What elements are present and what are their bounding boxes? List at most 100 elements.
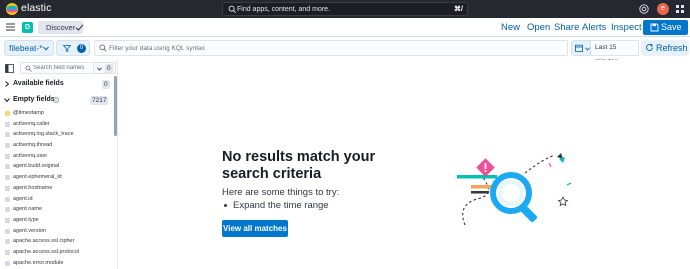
- field-list-item[interactable]: activemq.thread: [4, 140, 112, 151]
- field-list-item[interactable]: activemq.log.stack_trace: [4, 129, 112, 140]
- magnifier-icon: [490, 172, 538, 223]
- date-quick-menu-button[interactable]: [571, 40, 591, 56]
- empty-fields-count: 7217: [90, 96, 109, 105]
- string-field-type-icon: [5, 153, 10, 159]
- bullet-dot: [224, 203, 227, 207]
- save-button-label: Save: [661, 22, 682, 32]
- save-button[interactable]: Save: [643, 20, 688, 35]
- info-icon[interactable]: [53, 97, 59, 103]
- field-sidebar: 0 Available fields 0 Empty fields 7217 @…: [0, 60, 118, 269]
- available-fields-count: 0: [102, 80, 110, 89]
- field-name: agent.build.original: [13, 163, 60, 170]
- field-list-item[interactable]: agent.version: [4, 226, 112, 237]
- index-pattern-selector[interactable]: filebeat-*: [4, 40, 54, 56]
- accent-line: [548, 162, 552, 168]
- save-icon: [650, 23, 659, 32]
- calendar-icon: [575, 44, 583, 52]
- chevron-down-icon: [43, 46, 49, 51]
- sidebar-scrollbar[interactable]: [114, 76, 117, 136]
- kql-query-input[interactable]: [94, 40, 568, 56]
- field-name: agent.ephemeral_id: [13, 174, 62, 181]
- elastic-logo-icon[interactable]: [6, 3, 18, 15]
- field-filter-count: 0: [105, 64, 113, 73]
- query-bar: filebeat-* 0 Last 15 minutes Refresh: [0, 37, 690, 65]
- field-list-item[interactable]: apache.access.ssl.protocol: [4, 247, 112, 258]
- search-shortcut-badge: ⌘/: [454, 6, 463, 13]
- search-icon: [99, 44, 107, 52]
- string-field-type-icon: [5, 164, 10, 170]
- field-name: activemq.thread: [13, 142, 53, 149]
- inspect-button[interactable]: Inspect: [611, 21, 642, 34]
- field-name: activemq.log.stack_trace: [13, 131, 74, 138]
- app-menu-bar: D Discover New Open Share Alerts Inspect…: [0, 18, 690, 37]
- time-range-display[interactable]: Last 15 minutes: [591, 40, 639, 65]
- string-field-type-icon: [5, 196, 10, 202]
- string-field-type-icon: [5, 175, 10, 181]
- string-field-type-icon: [5, 121, 10, 127]
- field-search-field[interactable]: [33, 63, 93, 73]
- brand-name: elastic: [21, 2, 52, 14]
- index-pattern-label: filebeat-*: [9, 43, 43, 53]
- field-name: apache.error.module: [13, 259, 64, 266]
- field-name: @timestamp: [13, 110, 44, 116]
- field-name: activemq.user: [13, 152, 48, 159]
- help-icon[interactable]: [639, 4, 649, 14]
- field-name: agent.hostname: [13, 184, 53, 191]
- open-button[interactable]: Open: [527, 21, 550, 34]
- field-list: @timestamp activemq.caller activemq.log.st…: [4, 108, 112, 268]
- spaces-grid-icon[interactable]: [675, 4, 685, 14]
- collapse-sidebar-icon[interactable]: [5, 64, 14, 73]
- field-name: agent.name: [13, 206, 43, 213]
- field-list-item[interactable]: @timestamp: [4, 108, 112, 119]
- refresh-button[interactable]: Refresh: [641, 40, 689, 56]
- alerts-button[interactable]: Alerts: [582, 21, 606, 34]
- share-button[interactable]: Share: [554, 21, 579, 34]
- field-list-item[interactable]: apache.error.module: [4, 258, 112, 269]
- field-search-input[interactable]: [20, 62, 94, 74]
- string-field-type-icon: [5, 207, 10, 213]
- field-type-filter-button[interactable]: 0: [94, 62, 116, 74]
- field-list-item[interactable]: apache.access.ssl.cipher: [4, 236, 112, 247]
- search-icon: [25, 65, 32, 72]
- field-list-item[interactable]: agent.type: [4, 215, 112, 226]
- string-field-type-icon: [5, 249, 10, 255]
- empty-fields-label: Empty fields: [13, 96, 55, 103]
- chevron-right-icon: [5, 81, 10, 87]
- field-list-item[interactable]: activemq.user: [4, 151, 112, 162]
- gray-bar: [471, 191, 489, 194]
- field-list-item[interactable]: agent.hostname: [4, 183, 112, 194]
- available-fields-label: Available fields: [13, 80, 64, 87]
- star-icon: [557, 196, 569, 207]
- filter-icon: [63, 45, 71, 52]
- hamburger-menu-icon[interactable]: [6, 23, 15, 31]
- add-filter-button[interactable]: 0: [56, 40, 90, 56]
- kql-query-field[interactable]: [109, 42, 549, 54]
- string-field-type-icon: [5, 239, 10, 245]
- field-list-item[interactable]: activemq.caller: [4, 119, 112, 130]
- butterfly-icon: [557, 153, 565, 163]
- new-button[interactable]: New: [501, 21, 520, 34]
- teal-bar: [457, 175, 497, 179]
- user-avatar[interactable]: e: [657, 3, 669, 15]
- empty-fields-toggle[interactable]: Empty fields: [4, 94, 55, 106]
- field-list-item[interactable]: agent.ephemeral_id: [4, 172, 112, 183]
- field-name: apache.access.ssl.protocol: [13, 248, 80, 255]
- field-list-item[interactable]: agent.build.original: [4, 161, 112, 172]
- chevron-down-icon: [585, 47, 590, 51]
- chevron-down-icon: [97, 67, 102, 71]
- field-list-item[interactable]: agent.name: [4, 204, 112, 215]
- field-name: agent.type: [13, 216, 39, 223]
- filter-count-badge: 0: [77, 44, 86, 53]
- view-all-matches-button[interactable]: View all matches: [222, 220, 288, 237]
- accent-line: [566, 182, 572, 186]
- global-search-input[interactable]: Find apps, content, and more. ⌘/: [222, 2, 468, 16]
- available-fields-toggle[interactable]: Available fields: [4, 78, 64, 90]
- chevron-down-icon: [4, 98, 10, 103]
- string-field-type-icon: [5, 185, 10, 191]
- check-icon: [75, 24, 84, 31]
- field-name: apache.access.ssl.cipher: [13, 238, 75, 245]
- field-list-item[interactable]: agent.id: [4, 194, 112, 205]
- global-header: elastic Find apps, content, and more. ⌘/…: [0, 0, 690, 18]
- discover-app-badge[interactable]: D: [22, 22, 33, 33]
- field-name: agent.version: [13, 227, 47, 234]
